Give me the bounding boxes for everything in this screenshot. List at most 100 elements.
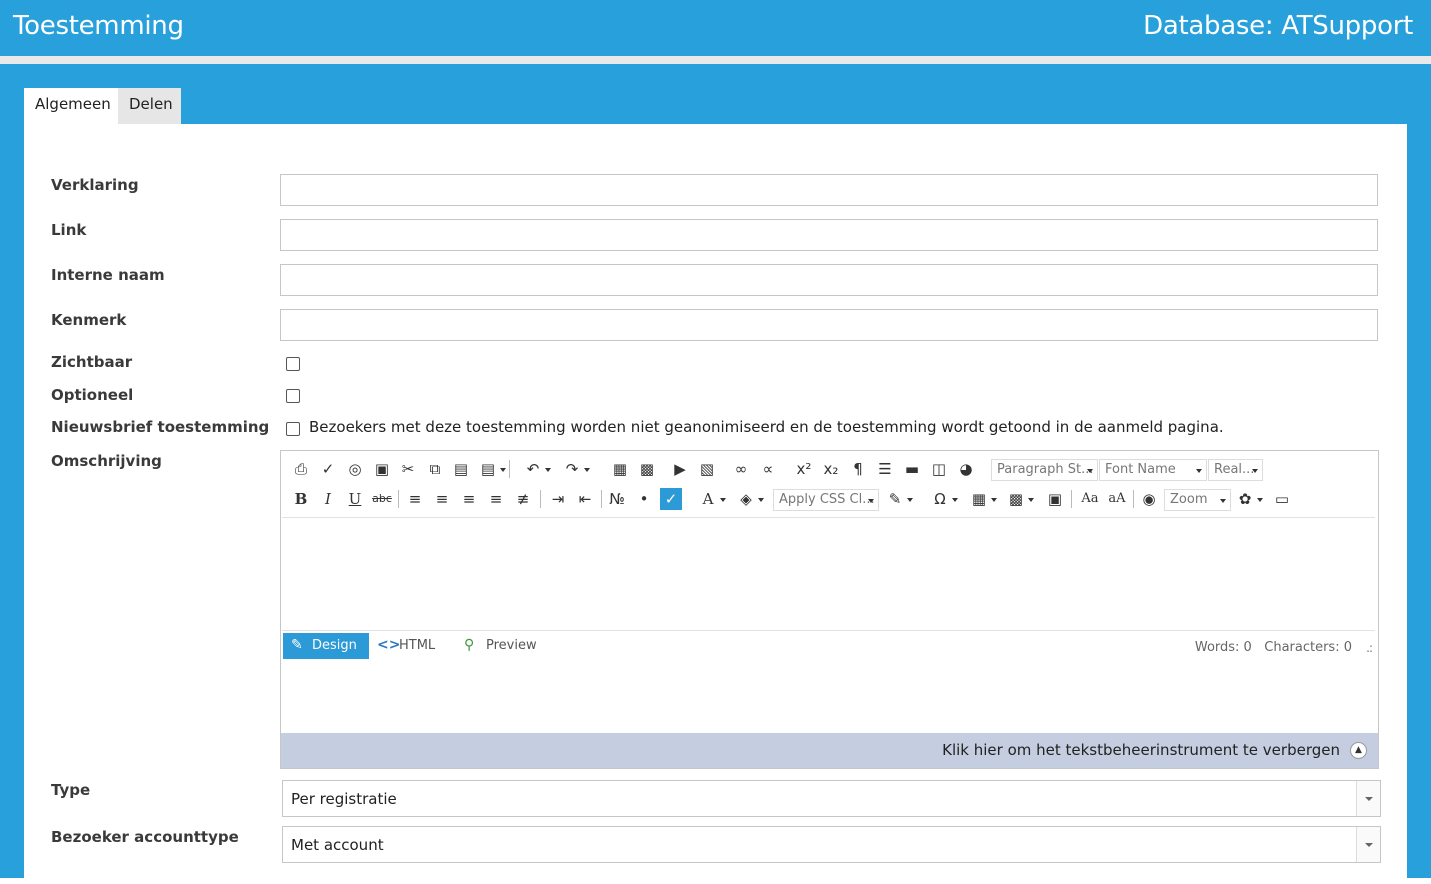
copy-icon[interactable]: ⧉ — [424, 458, 446, 480]
format-stripper-icon[interactable]: ✓ — [660, 488, 682, 510]
horizontal-rule-icon[interactable]: ▬ — [901, 458, 923, 480]
html-mode-tab[interactable]: <> HTML — [377, 633, 447, 659]
database-label: Database: ATSupport — [1143, 11, 1413, 41]
accounttype-select[interactable]: Met account — [282, 826, 1381, 863]
nieuwsbrief-checkbox[interactable] — [286, 422, 300, 436]
find-icon[interactable]: ◎ — [344, 458, 366, 480]
chevron-down-icon[interactable] — [1356, 827, 1380, 862]
magnifier-icon: ⚲ — [464, 637, 475, 653]
toolbar-separator — [601, 490, 602, 508]
justify-icon[interactable]: ≡ — [485, 488, 507, 510]
page-title: Toestemming — [13, 11, 184, 41]
toolbar-separator — [1071, 490, 1072, 508]
verklaring-input[interactable] — [280, 174, 1378, 206]
toolbar-separator — [509, 460, 510, 478]
type-select[interactable]: Per registratie — [282, 780, 1381, 817]
format-painter-icon[interactable]: ✎ — [884, 488, 913, 510]
zichtbaar-label: Zichtbaar — [51, 353, 133, 371]
apply-css-class-select[interactable]: Apply CSS Cl... — [773, 489, 879, 511]
character-count: Characters: 0 — [1264, 640, 1352, 655]
paragraph-style-select[interactable]: Paragraph St... — [991, 459, 1098, 481]
tab-algemeen[interactable]: Algemeen — [24, 88, 118, 126]
code-icon: <> — [377, 637, 401, 653]
zichtbaar-checkbox[interactable] — [286, 357, 300, 371]
omschrijving-label: Omschrijving — [51, 452, 162, 470]
toolbar-separator — [540, 490, 541, 508]
numbered-list-icon[interactable]: № — [606, 488, 628, 510]
link-icon[interactable]: ∞ — [730, 458, 752, 480]
hide-toolbar-bar[interactable]: Klik hier om het tekstbeheerinstrument t… — [281, 733, 1378, 768]
design-mode-tab[interactable]: ✎ Design — [283, 633, 369, 659]
collapse-up-icon[interactable]: ▲ — [1350, 742, 1367, 759]
nieuwsbrief-label: Nieuwsbrief toestemming — [51, 418, 270, 436]
align-center-icon[interactable]: ≡ — [431, 488, 453, 510]
modules-icon[interactable]: ✿ — [1234, 488, 1263, 510]
paragraph-mark-icon[interactable]: ¶ — [847, 458, 869, 480]
chevron-down-icon[interactable] — [1356, 781, 1380, 816]
bullet-list-icon[interactable]: • — [633, 488, 655, 510]
convert-case-icon[interactable]: Aa — [1079, 488, 1101, 510]
bold-icon[interactable]: B — [290, 488, 312, 510]
header-bar: Toestemming Database: ATSupport — [0, 0, 1431, 56]
hide-toolbar-text: Klik hier om het tekstbeheerinstrument t… — [942, 741, 1340, 759]
superscript-icon[interactable]: x² — [793, 458, 815, 480]
accounttype-select-value: Met account — [291, 836, 384, 854]
align-right-icon[interactable]: ≡ — [458, 488, 480, 510]
lowercase-icon[interactable]: aA — [1106, 488, 1128, 510]
subscript-icon[interactable]: x₂ — [820, 458, 842, 480]
align-left-icon[interactable]: ≡ — [404, 488, 426, 510]
kenmerk-label: Kenmerk — [51, 311, 127, 329]
fullscreen-icon[interactable]: ▭ — [1271, 488, 1293, 510]
resize-grip-icon[interactable]: .: — [1366, 641, 1373, 655]
undo-icon[interactable]: ↶ — [522, 458, 551, 480]
select-all-icon[interactable]: ▣ — [371, 458, 393, 480]
background-color-icon[interactable]: ◈ — [735, 488, 764, 510]
insert-element-icon[interactable]: ▩ — [1005, 488, 1034, 510]
font-color-icon[interactable]: A — [697, 488, 726, 510]
image-map-icon[interactable]: ▩ — [636, 458, 658, 480]
media-icon[interactable]: ▶ — [669, 458, 691, 480]
link-input[interactable] — [280, 219, 1378, 251]
kenmerk-input[interactable] — [280, 309, 1378, 341]
editor-toolbar-row-1: ⎙ ✓ ◎ ▣ ✂ ⧉ ▤ ▤ ↶ ↷ ▦ ▩ ▶ ▧ ∞ ∝ x² x₂ ¶ … — [284, 454, 1374, 484]
editor-toolbar-row-2: B I U abc ≡ ≡ ≡ ≡ ≢ ⇥ ⇤ № • ✓ A ◈ Apply … — [284, 484, 1374, 514]
html-mode-label: HTML — [399, 638, 436, 653]
preview-mode-tab[interactable]: ⚲ Preview — [464, 633, 554, 659]
editor-content-area[interactable] — [282, 517, 1375, 631]
design-mode-label: Design — [312, 638, 357, 653]
toolbar-separator — [398, 490, 399, 508]
accounttype-label: Bezoeker accounttype — [51, 828, 239, 846]
image-manager-icon[interactable]: ▦ — [609, 458, 631, 480]
image-properties-icon[interactable]: ▣ — [1044, 488, 1066, 510]
comment-icon[interactable]: ◉ — [1138, 488, 1160, 510]
document-manager-icon[interactable]: ▧ — [696, 458, 718, 480]
indent-icon[interactable]: ⇥ — [547, 488, 569, 510]
font-name-select[interactable]: Font Name — [1099, 459, 1207, 481]
table-icon[interactable]: ▦ — [968, 488, 997, 510]
redo-icon[interactable]: ↷ — [561, 458, 590, 480]
outdent-icon[interactable]: ⇤ — [574, 488, 596, 510]
underline-icon[interactable]: U — [344, 488, 366, 510]
paste-icon[interactable]: ▤ — [450, 458, 472, 480]
paste-options-icon[interactable]: ▤ — [477, 458, 506, 480]
nieuwsbrief-description: Bezoekers met deze toestemming worden ni… — [309, 418, 1224, 436]
italic-icon[interactable]: I — [317, 488, 339, 510]
interne-naam-input[interactable] — [280, 264, 1378, 296]
word-count: Words: 0 — [1194, 640, 1252, 655]
tab-delen[interactable]: Delen — [118, 88, 181, 124]
track-changes-icon[interactable]: ◕ — [955, 458, 977, 480]
zoom-select[interactable]: Zoom — [1164, 489, 1231, 511]
strikethrough-icon[interactable]: abc — [371, 488, 393, 510]
print-icon[interactable]: ⎙ — [290, 458, 312, 480]
unlink-icon[interactable]: ∝ — [757, 458, 779, 480]
optioneel-checkbox[interactable] — [286, 389, 300, 403]
spelling-icon[interactable]: ☰ — [874, 458, 896, 480]
verklaring-label: Verklaring — [51, 176, 139, 194]
remove-alignment-icon[interactable]: ≢ — [512, 488, 534, 510]
optioneel-label: Optioneel — [51, 386, 134, 404]
special-character-icon[interactable]: Ω — [929, 488, 958, 510]
spellcheck-icon[interactable]: ✓ — [317, 458, 339, 480]
font-size-select[interactable]: Real... — [1208, 459, 1263, 481]
form-element-icon[interactable]: ◫ — [928, 458, 950, 480]
cut-icon[interactable]: ✂ — [397, 458, 419, 480]
